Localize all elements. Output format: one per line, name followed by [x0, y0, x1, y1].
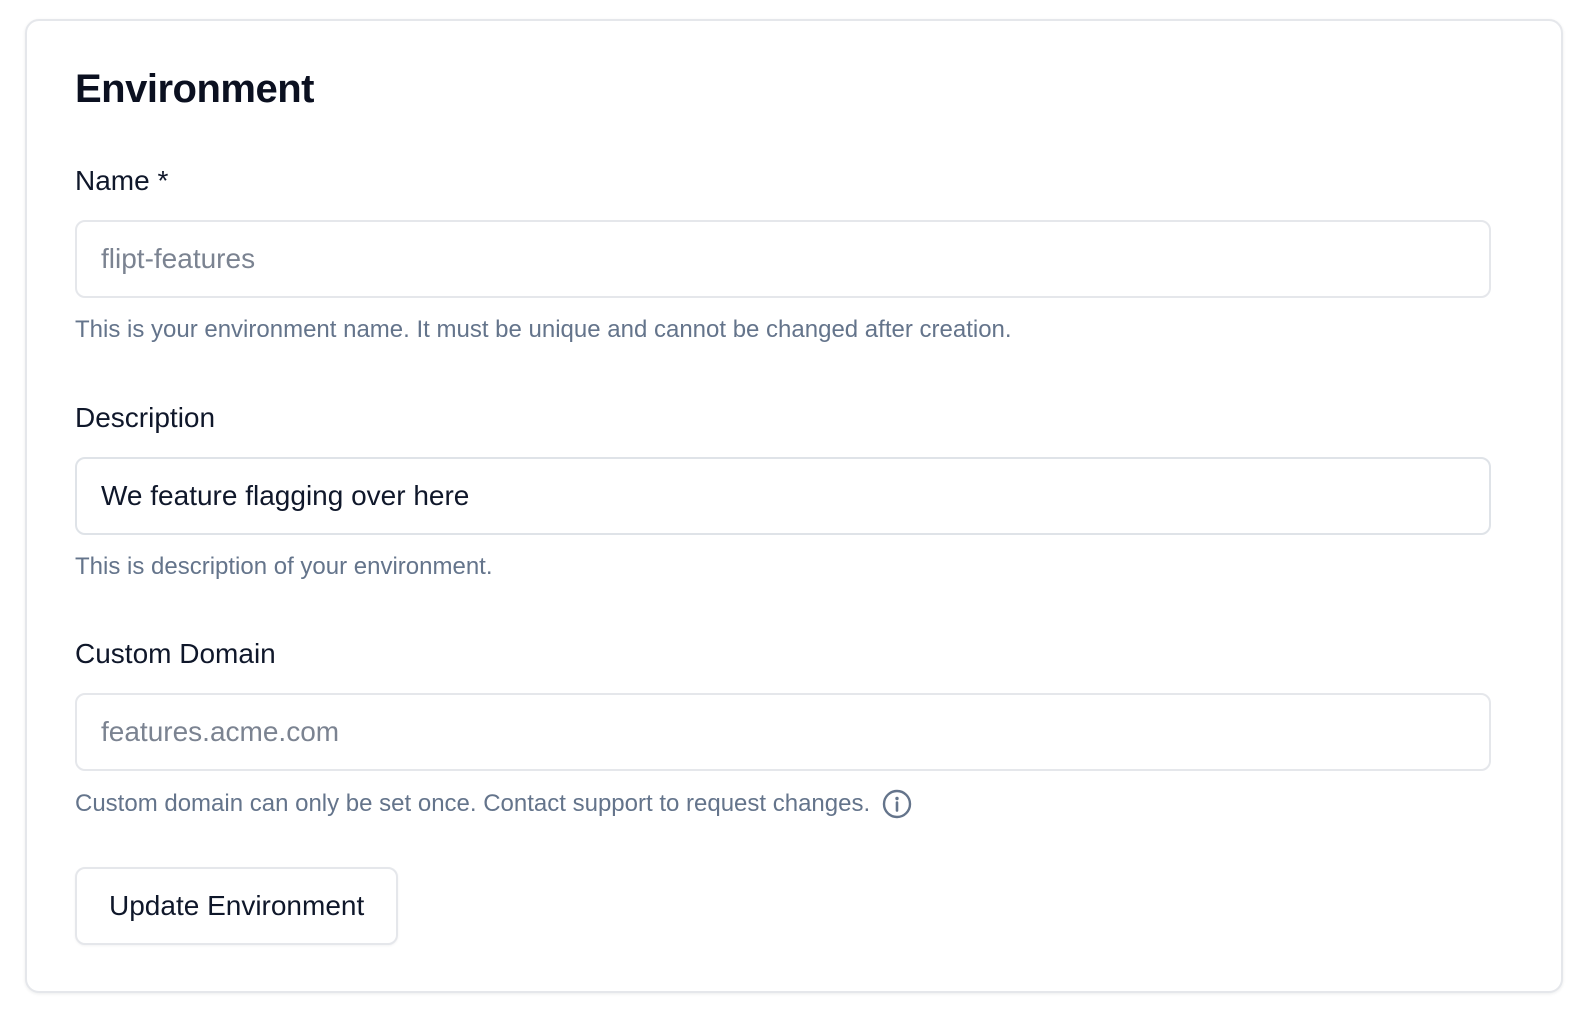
custom-domain-label: Custom Domain	[75, 638, 276, 669]
info-circle-icon[interactable]	[882, 789, 912, 819]
name-input[interactable]	[75, 220, 1491, 298]
description-help-label: This is description of your environment.	[75, 553, 493, 580]
name-help-label: This is your environment name. It must b…	[75, 316, 1012, 343]
custom-domain-help-label: Custom domain can only be set once. Cont…	[75, 790, 871, 817]
custom-domain-input[interactable]	[75, 693, 1491, 771]
description-input[interactable]	[75, 457, 1491, 535]
environment-card: Environment Name * This is your environm…	[25, 19, 1563, 993]
page-title: Environment	[75, 67, 314, 111]
custom-domain-help-text: Custom domain can only be set once. Cont…	[75, 789, 912, 819]
name-label: Name *	[75, 165, 169, 196]
name-help-text: This is your environment name. It must b…	[75, 316, 1012, 344]
description-label: Description	[75, 402, 216, 433]
description-help-text: This is description of your environment.	[75, 553, 493, 581]
update-environment-button[interactable]: Update Environment	[75, 867, 399, 945]
